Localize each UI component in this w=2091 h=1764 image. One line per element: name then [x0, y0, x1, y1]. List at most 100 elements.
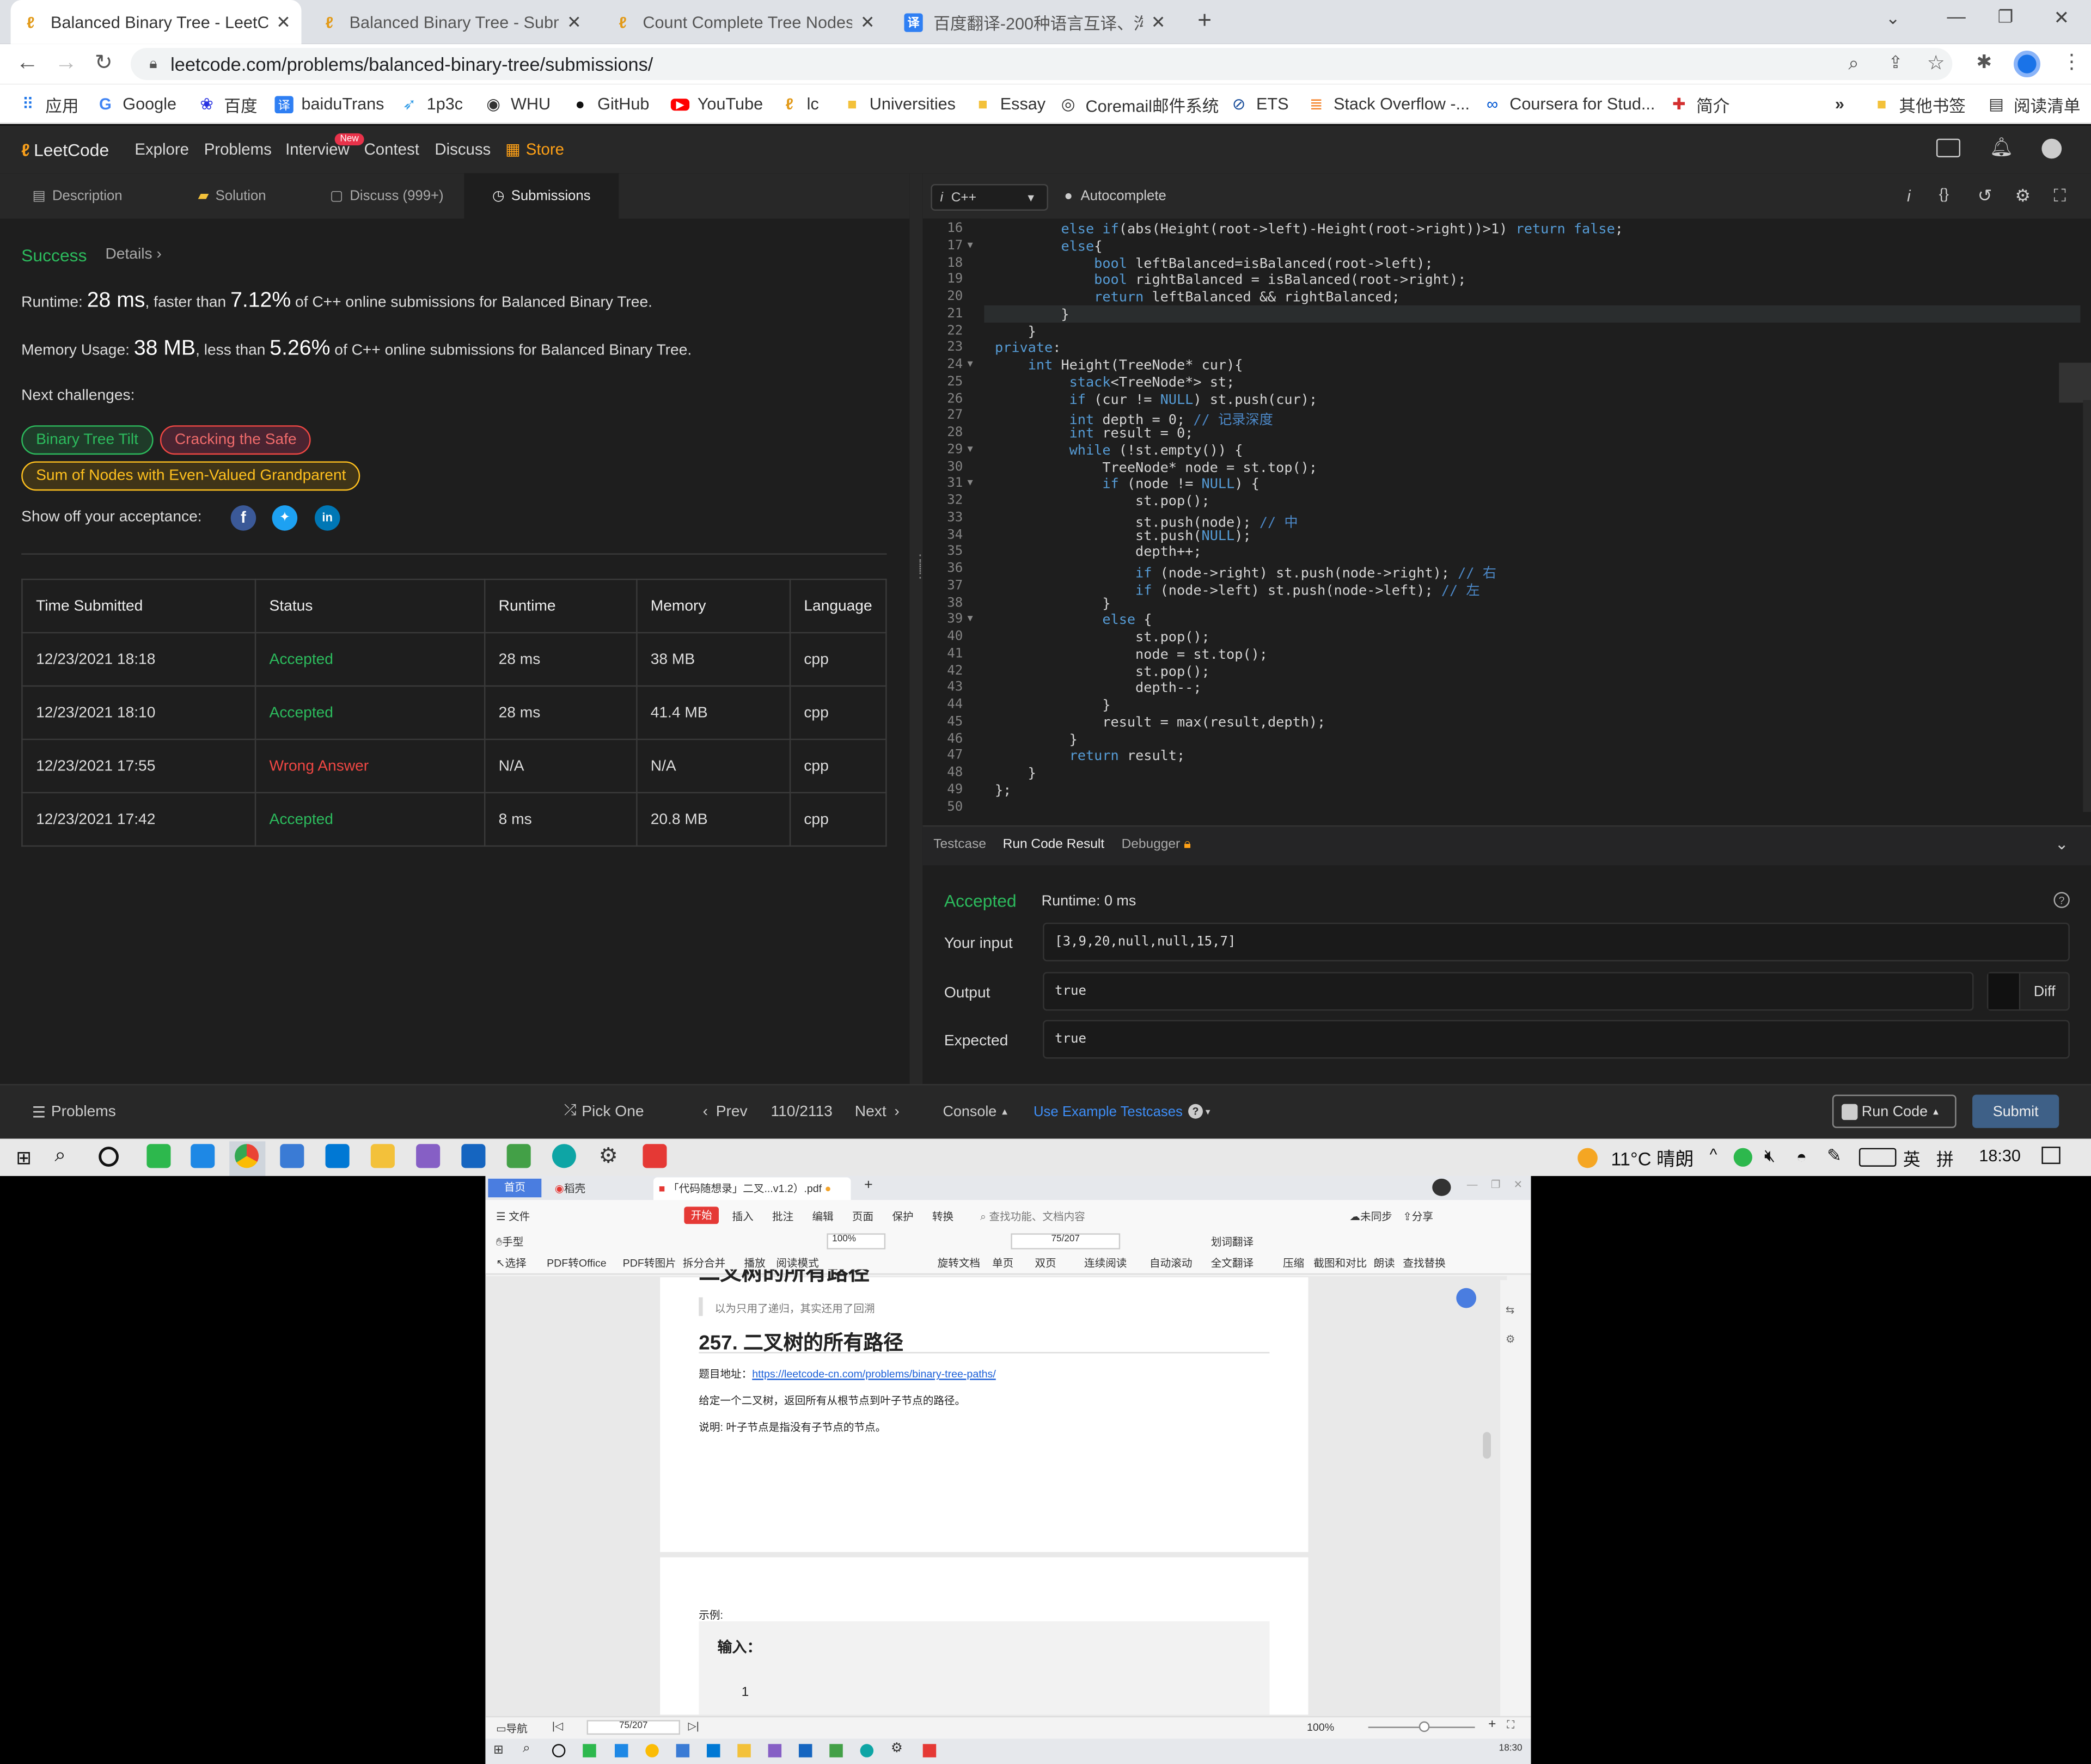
wps-tool-double[interactable]: 双页 — [1035, 1256, 1056, 1271]
nav-discuss[interactable]: Discuss — [435, 125, 491, 173]
inner-chrome-icon[interactable] — [645, 1744, 659, 1757]
help-menu[interactable]: ? ▾ — [1188, 1084, 1210, 1138]
new-tab-icon[interactable]: + — [1197, 7, 1212, 34]
wps-new-tab-icon[interactable]: + — [864, 1177, 873, 1193]
vscode-icon[interactable] — [325, 1144, 350, 1168]
submit-button[interactable]: Submit — [1972, 1094, 2059, 1128]
console-button[interactable]: Console ▴ — [943, 1084, 1007, 1138]
next-button[interactable]: Next › — [855, 1084, 900, 1138]
wps-tool-read[interactable]: 阅读模式 — [776, 1256, 818, 1271]
editor-side-button[interactable] — [2059, 363, 2091, 403]
status-link[interactable]: Accepted — [254, 792, 486, 847]
settings-gear-icon[interactable]: ⚙ — [599, 1143, 618, 1169]
wps-sync[interactable]: ☁未同步 — [1349, 1209, 1392, 1224]
wps-tool-read-aloud[interactable]: 朗读 — [1373, 1256, 1395, 1271]
clock[interactable]: 18:30 — [1979, 1147, 2021, 1165]
wps-nav-toggle[interactable]: ▭导航 — [496, 1722, 528, 1736]
wps-assistant-icon[interactable] — [1456, 1288, 1477, 1308]
format-braces-icon[interactable]: {} — [1939, 187, 1949, 203]
inner-app-icon[interactable] — [583, 1744, 596, 1757]
share-icon[interactable]: ⇪ — [1888, 52, 1903, 74]
tab-solution[interactable]: ▰ Solution — [155, 173, 309, 218]
wps-tool-split[interactable]: 拆分合并 — [683, 1256, 725, 1271]
close-tab-icon[interactable]: ✕ — [276, 11, 291, 33]
wps-file-menu[interactable]: ☰ 文件 — [496, 1209, 530, 1224]
linkedin-icon[interactable]: in — [314, 505, 340, 531]
fullscreen-icon[interactable]: ⛶ — [2053, 185, 2065, 206]
wps-restore-icon[interactable]: ❐ — [1491, 1179, 1501, 1191]
bookmark-coursera[interactable]: ∞ Coursera for Stud... — [1483, 84, 1655, 124]
paint-icon[interactable] — [280, 1144, 304, 1168]
nav-explore[interactable]: Explore — [134, 125, 189, 173]
tab-run-code-result[interactable]: Run Code Result — [1003, 837, 1105, 852]
language-select[interactable]: i C++ ▼ — [931, 183, 1048, 211]
restore-icon[interactable]: ❐ — [1998, 7, 2014, 28]
close-tab-icon[interactable]: ✕ — [860, 11, 875, 33]
taskbar-app-icon[interactable] — [191, 1144, 215, 1168]
tab-submissions[interactable]: ◷ Submissions — [464, 173, 619, 219]
user-avatar-icon[interactable] — [2041, 138, 2062, 159]
tab-debugger[interactable]: Debugger 🔒︎ — [1122, 837, 1191, 852]
pick-one-button[interactable]: ⤮ Pick One — [564, 1084, 644, 1138]
challenge-binary-tree-tilt[interactable]: Binary Tree Tilt — [21, 425, 153, 455]
wps-menu-insert[interactable]: 插入 — [732, 1209, 754, 1224]
wps-fullscreen-icon[interactable]: ⛶ — [1507, 1719, 1514, 1732]
inner-vs-icon[interactable] — [768, 1744, 782, 1757]
close-tab-icon[interactable]: ✕ — [567, 11, 582, 33]
leetcode-logo[interactable]: ℓ LeetCode — [21, 125, 109, 173]
playground-icon[interactable] — [1936, 138, 1961, 157]
col-time[interactable]: Time Submitted — [21, 578, 256, 634]
wechat-tray-icon[interactable] — [1733, 1148, 1752, 1167]
tab-search-icon[interactable]: ⌄ — [1886, 8, 1900, 29]
reload-icon[interactable]: ↻ — [95, 50, 113, 76]
wps-tool-find-replace[interactable]: 查找替换 — [1403, 1256, 1445, 1271]
problems-button[interactable]: ☰ Problems — [32, 1084, 116, 1138]
address-bar[interactable]: 🔒︎ leetcode.com/problems/balanced-binary… — [131, 48, 1953, 80]
extensions-icon[interactable]: ✱ — [1976, 51, 1992, 74]
close-window-icon[interactable]: ✕ — [2053, 7, 2069, 29]
wps-tool-screenshot[interactable]: 截图和对比 — [1313, 1256, 1367, 1271]
bookmark-apps[interactable]: ⠿ 应用 — [19, 84, 79, 124]
zoom-icon[interactable]: ⌕ — [1848, 52, 1858, 75]
close-tab-icon[interactable]: ✕ — [1151, 11, 1166, 33]
col-memory[interactable]: Memory — [635, 578, 791, 634]
twitter-icon[interactable]: ✦ — [272, 505, 298, 531]
search-icon[interactable]: ⌕ — [54, 1144, 66, 1167]
nav-store[interactable]: ▦ Store — [505, 125, 564, 173]
nav-interview[interactable]: Interview — [285, 125, 350, 173]
bookmark-youtube[interactable]: ▶ YouTube — [670, 84, 763, 124]
nav-problems[interactable]: Problems — [204, 125, 272, 173]
browser-tab-4[interactable]: 译百度翻译-200种语言互译、沟通✕ — [894, 0, 1176, 44]
wechat-icon[interactable] — [146, 1144, 171, 1168]
wps-tool-play[interactable]: 播放 — [744, 1256, 766, 1271]
wps-docer-tab[interactable]: ◉稻壳 — [555, 1181, 585, 1196]
wps-scrollbar-thumb[interactable] — [1483, 1432, 1491, 1459]
wps-page-input[interactable]: 75/207 — [1011, 1233, 1121, 1250]
prev-button[interactable]: ‹ Prev — [703, 1084, 748, 1138]
bookmark-ets[interactable]: ⊘ ETS — [1230, 84, 1289, 124]
browser-tab-1[interactable]: ℓ Balanced Binary Tree - LeetCo ✕ — [10, 0, 302, 44]
run-code-button[interactable]: Run Code ▴ — [1832, 1094, 1957, 1128]
facebook-icon[interactable]: f — [230, 505, 256, 531]
inner-wps-icon[interactable] — [922, 1744, 937, 1757]
inner-app-icon[interactable] — [614, 1744, 628, 1757]
volume-muted-icon[interactable]: 🔇︎ — [1764, 1146, 1775, 1167]
keyboard-icon[interactable] — [1858, 1148, 1897, 1167]
bookmarks-more[interactable]: » — [1835, 84, 1844, 124]
qq-icon[interactable]: ◓ — [1796, 1147, 1807, 1167]
wps-last-page-icon[interactable]: ▷| — [688, 1720, 699, 1732]
bookmark-star-icon[interactable]: ☆ — [1927, 51, 1945, 75]
wps-first-page-icon[interactable]: |◁ — [552, 1720, 563, 1732]
wps-menu-protect[interactable]: 保护 — [892, 1209, 913, 1224]
windows-start-icon[interactable]: ⊞ — [16, 1147, 32, 1169]
task-view-icon[interactable] — [99, 1147, 119, 1167]
wps-menu-edit[interactable]: 编辑 — [812, 1209, 833, 1224]
reset-icon[interactable]: ↺ — [1978, 185, 1992, 206]
tab-testcase[interactable]: Testcase — [933, 837, 986, 852]
wps-status-zoom[interactable]: 100% — [1307, 1722, 1334, 1734]
fold-icon[interactable]: ▼ — [965, 479, 975, 488]
forward-icon[interactable]: → — [54, 50, 77, 76]
bookmark-universities[interactable]: ■ Universities — [843, 84, 956, 124]
wps-share[interactable]: ⇪分享 — [1403, 1209, 1433, 1224]
inner-search-icon[interactable]: ⌕ — [523, 1741, 530, 1756]
